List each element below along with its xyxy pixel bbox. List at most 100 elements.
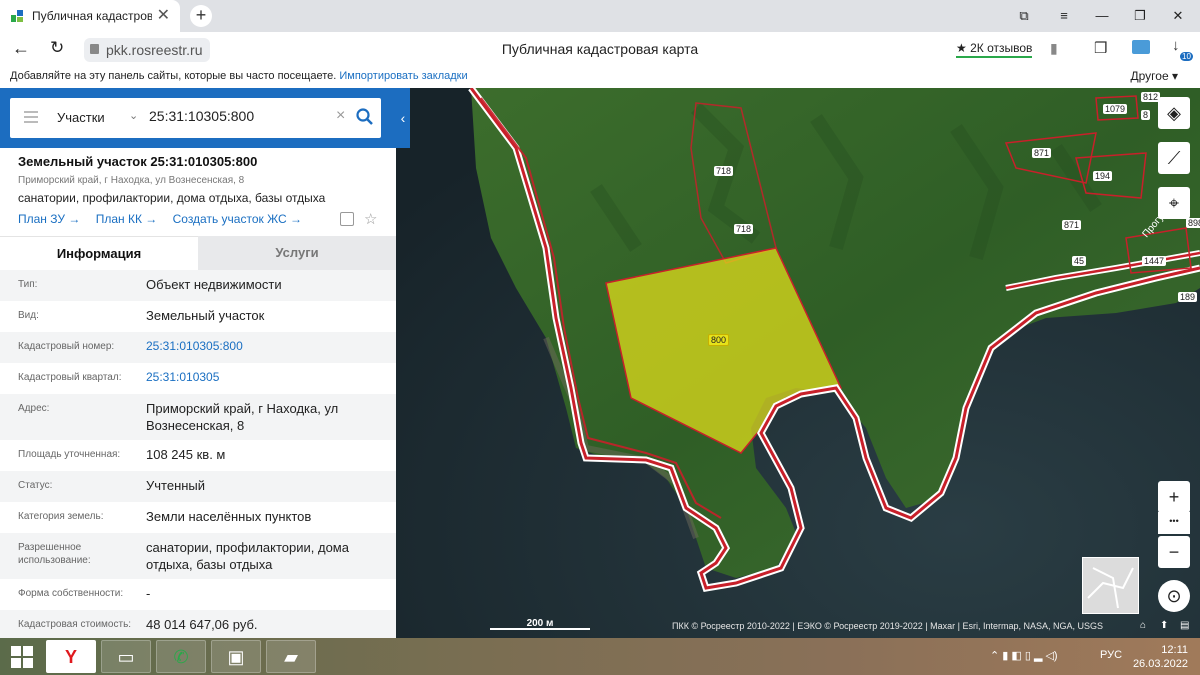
notes-app-icon[interactable]: ▰ <box>266 640 316 673</box>
new-tab-button[interactable]: + <box>190 5 212 27</box>
ruler-icon[interactable]: ⟋ <box>1158 142 1190 174</box>
search-icon[interactable] <box>355 107 375 127</box>
parcel-label[interactable]: 898 <box>1186 218 1200 228</box>
parcel-label[interactable]: 871 <box>1062 220 1082 230</box>
minimap[interactable] <box>1082 557 1139 614</box>
parcel-label[interactable]: 189 <box>1178 292 1198 302</box>
zoom-in-button[interactable]: + <box>1158 481 1190 513</box>
row-label: Статус: <box>18 480 53 491</box>
cadastral-map[interactable]: 718 718 800 871 194 871 1079 1447 189 89… <box>396 88 1200 638</box>
table-row: Кадастровая стоимость: 48 014 647,06 руб. <box>0 610 396 638</box>
yandex-browser-icon[interactable]: Y <box>46 640 96 673</box>
menu-icon[interactable]: ≡ <box>1046 0 1082 32</box>
minimap-roads <box>1087 567 1134 609</box>
import-bookmarks-link[interactable]: Импортировать закладки <box>339 70 467 82</box>
table-row: Форма собственности: - <box>0 579 396 610</box>
minimize-icon[interactable]: — <box>1084 0 1120 32</box>
search-input[interactable] <box>149 108 329 124</box>
downloads-icon[interactable]: ↓ <box>1172 37 1180 54</box>
clock-date: 26.03.2022 <box>1132 658 1188 670</box>
clear-icon[interactable]: × <box>336 107 345 125</box>
document-search-icon[interactable] <box>340 212 354 226</box>
chevron-down-icon[interactable]: ⌄ <box>129 109 138 122</box>
info-panel: Участки ⌄ × Земельный участок 25:31:0103… <box>0 88 396 638</box>
search-bar: Участки ⌄ × <box>0 88 396 148</box>
share-icon[interactable]: ⬆ <box>1160 620 1168 631</box>
table-row: Разрешенное использование: санатории, про… <box>0 533 396 579</box>
parcel-label[interactable]: 194 <box>1093 171 1113 181</box>
remote-desktop-icon[interactable]: ▣ <box>211 640 261 673</box>
parcel-label[interactable]: 718 <box>734 224 754 234</box>
locate-icon[interactable]: ⌖ <box>1158 187 1190 219</box>
address-bar: ← ↻ pkk.rosreestr.ru Публичная кадастров… <box>0 32 1200 68</box>
table-row: Кадастровый квартал: 25:31:010305 <box>0 363 396 394</box>
compass-icon[interactable]: ⊙ <box>1158 580 1190 612</box>
url-field[interactable]: pkk.rosreestr.ru <box>84 38 211 62</box>
row-label: Площадь уточненная: <box>18 449 121 460</box>
parcel-label[interactable]: 8 <box>1141 110 1151 120</box>
search-category-select[interactable]: Участки <box>57 110 105 125</box>
print-icon[interactable]: ▤ <box>1180 620 1189 631</box>
restore-icon[interactable]: ❐ <box>1122 0 1158 32</box>
parcel-label[interactable]: 45 <box>1072 256 1087 266</box>
row-label: Кадастровый номер: <box>18 341 115 352</box>
table-row: Статус: Учтенный <box>0 471 396 502</box>
row-value: Земельный участок <box>146 308 265 323</box>
row-value: санатории, профилактории, дома отдыха, б… <box>146 540 349 572</box>
windows-start-icon[interactable] <box>10 645 34 669</box>
map-copyright: ПКК © Росреестр 2010-2022 | ЕЭКО © Росре… <box>672 621 1103 631</box>
back-arrow-icon[interactable]: ← <box>12 38 30 59</box>
other-bookmarks[interactable]: Другое ▾ <box>1131 68 1178 84</box>
search-box[interactable]: Участки ⌄ × <box>10 98 381 138</box>
collections-icon[interactable]: ❒ <box>1094 39 1107 57</box>
object-use: санатории, профилактории, дома отдыха, б… <box>18 191 326 205</box>
zoom-out-button[interactable]: − <box>1158 536 1190 568</box>
language-indicator[interactable]: РУС <box>1100 649 1122 661</box>
tab-close-icon[interactable]: ✕ <box>157 7 170 25</box>
plan-zu-link[interactable]: План ЗУ → <box>18 212 80 226</box>
cadastral-quarter-link[interactable]: 25:31:010305 <box>146 369 381 386</box>
parcel-label[interactable]: 800 <box>708 334 730 346</box>
table-row: Тип: Объект недвижимости <box>0 270 396 301</box>
row-label: Адрес: <box>18 403 50 414</box>
layers-icon[interactable]: ◈ <box>1158 97 1190 129</box>
browser-tab[interactable]: Публичная кадастровая ка ✕ <box>0 0 180 32</box>
row-value: - <box>146 586 151 601</box>
cadastral-number-link[interactable]: 25:31:010305:800 <box>146 338 381 355</box>
row-value: 108 245 кв. м <box>146 447 226 462</box>
tab-information[interactable]: Информация <box>0 236 198 270</box>
bookmark-panel-icon[interactable]: ⧉ <box>1006 0 1042 32</box>
parcel-label[interactable]: 1447 <box>1142 256 1167 266</box>
table-row: Вид: Земельный участок <box>0 301 396 332</box>
parcel-label[interactable]: 718 <box>714 166 734 176</box>
collapse-panel-button[interactable]: ‹ <box>396 88 410 148</box>
reviews-badge[interactable]: ★ 2К отзывов <box>956 41 1033 58</box>
close-window-icon[interactable]: ✕ <box>1160 0 1196 32</box>
bookmark-icon[interactable]: ▮ <box>1050 40 1058 57</box>
row-label: Кадастровый квартал: <box>18 372 122 383</box>
object-address: Приморский край, г Находка, ул Вознесенс… <box>18 175 245 186</box>
whatsapp-icon[interactable]: ✆ <box>156 640 206 673</box>
tab-services[interactable]: Услуги <box>198 236 396 270</box>
star-icon[interactable]: ☆ <box>364 210 377 228</box>
object-title: Земельный участок 25:31:010305:800 <box>18 154 258 169</box>
row-value: Земли населённых пунктов <box>146 509 312 524</box>
scale-bar: 200 м <box>490 618 590 630</box>
home-icon[interactable]: ⌂ <box>1140 620 1146 631</box>
zoom-more-button[interactable]: ••• <box>1158 512 1190 534</box>
bookmarks-hint: Добавляйте на эту панель сайты, которые … <box>10 70 337 82</box>
table-row: Адрес: Приморский край, г Находка, ул Воз… <box>0 394 396 440</box>
lock-icon <box>90 44 99 54</box>
row-value: Объект недвижимости <box>146 277 282 292</box>
file-explorer-icon[interactable]: ▭ <box>101 640 151 673</box>
reload-icon[interactable]: ↻ <box>50 38 64 58</box>
plan-kk-link[interactable]: План КК → <box>96 212 158 226</box>
tray-icons[interactable]: ⌃ ▮ ◧ ▯ ▂ ◁) <box>990 649 1058 662</box>
create-parcel-link[interactable]: Создать участок ЖС → <box>173 212 302 226</box>
menu-icon[interactable] <box>24 111 38 123</box>
row-value: 48 014 647,06 руб. <box>146 617 258 632</box>
image-extension-icon[interactable] <box>1132 40 1150 54</box>
clock[interactable]: 12:11 26.03.2022 <box>1133 643 1188 671</box>
parcel-label[interactable]: 1079 <box>1103 104 1128 114</box>
parcel-label[interactable]: 871 <box>1032 148 1052 158</box>
